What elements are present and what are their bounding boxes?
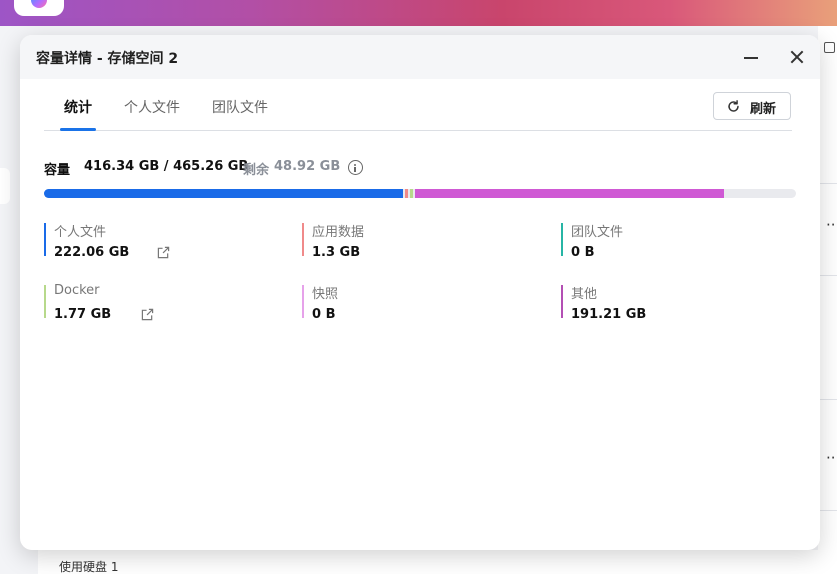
stat-color-bar [44, 223, 46, 256]
stat-value: 0 B [312, 307, 336, 322]
free-label: 剩余 [243, 163, 270, 178]
background-divider [818, 183, 837, 184]
stat-value: 191.21 GB [571, 307, 647, 322]
dialog-header: 容量详情 - 存储空间 2 [20, 35, 820, 79]
stat-team-files: 团队文件 0 B [561, 221, 791, 260]
background-divider [818, 510, 837, 511]
close-button[interactable] [786, 46, 808, 68]
app-logo-icon [31, 0, 47, 8]
more-options-icon[interactable]: ··· [826, 218, 837, 233]
stat-value: 1.77 GB [54, 307, 112, 322]
background-right-column [818, 26, 837, 574]
capacity-used-total: 416.34 GB / 465.26 GB [84, 159, 249, 174]
capacity-details-dialog: 容量详情 - 存储空间 2 统计 个人文件 团队文件 刷新 容量 416.34 … [20, 35, 820, 550]
stat-docker: Docker 1.77 GB [44, 283, 274, 322]
stat-value: 1.3 GB [312, 245, 361, 260]
dialog-title: 容量详情 - 存储空间 2 [36, 51, 179, 67]
stat-value: 0 B [571, 245, 595, 260]
more-options-icon[interactable]: ··· [826, 451, 837, 466]
stat-name: 其他 [571, 287, 598, 302]
usage-segment [44, 189, 403, 198]
background-bottom-row [38, 550, 818, 574]
usage-segment [409, 189, 413, 198]
external-link-icon[interactable] [157, 246, 170, 259]
stat-color-bar [302, 223, 304, 256]
tab-personal-files[interactable]: 个人文件 [124, 97, 180, 117]
tab-team-files[interactable]: 团队文件 [212, 97, 268, 117]
desktop-top-bar [0, 0, 837, 26]
stat-color-bar [561, 223, 563, 256]
capacity-label: 容量 [44, 163, 71, 178]
background-disk-label: 使用硬盘 1 [59, 560, 119, 574]
background-divider [818, 399, 837, 400]
stat-name: Docker [54, 283, 100, 298]
minimize-button[interactable] [740, 46, 762, 68]
background-left-tab [0, 168, 10, 204]
refresh-button[interactable]: 刷新 [713, 92, 791, 120]
stat-app-data: 应用数据 1.3 GB [302, 221, 532, 260]
stat-name: 应用数据 [312, 225, 365, 240]
background-checkbox[interactable] [824, 42, 835, 53]
stat-color-bar [44, 285, 46, 318]
stat-snapshots: 快照 0 B [302, 283, 532, 322]
tab-bar: 统计 个人文件 团队文件 刷新 [44, 79, 792, 131]
refresh-icon [728, 100, 739, 112]
external-link-icon[interactable] [141, 308, 154, 321]
stat-name: 快照 [312, 287, 339, 302]
background-divider [818, 275, 837, 276]
stat-other: 其他 191.21 GB [561, 283, 791, 322]
stat-name: 团队文件 [571, 225, 624, 240]
usage-segment [414, 189, 724, 198]
free-value: 48.92 GB [274, 159, 341, 174]
info-icon[interactable] [348, 160, 363, 175]
usage-bar [44, 189, 796, 198]
stat-color-bar [302, 285, 304, 318]
usage-segment [404, 189, 408, 198]
stat-personal-files: 个人文件 222.06 GB [44, 221, 274, 260]
app-launcher-icon[interactable] [14, 0, 64, 16]
refresh-label: 刷新 [750, 102, 777, 117]
stat-value: 222.06 GB [54, 245, 130, 260]
stat-color-bar [561, 285, 563, 318]
active-tab-indicator [60, 128, 96, 131]
stat-name: 个人文件 [54, 225, 107, 240]
tab-statistics[interactable]: 统计 [64, 97, 92, 117]
